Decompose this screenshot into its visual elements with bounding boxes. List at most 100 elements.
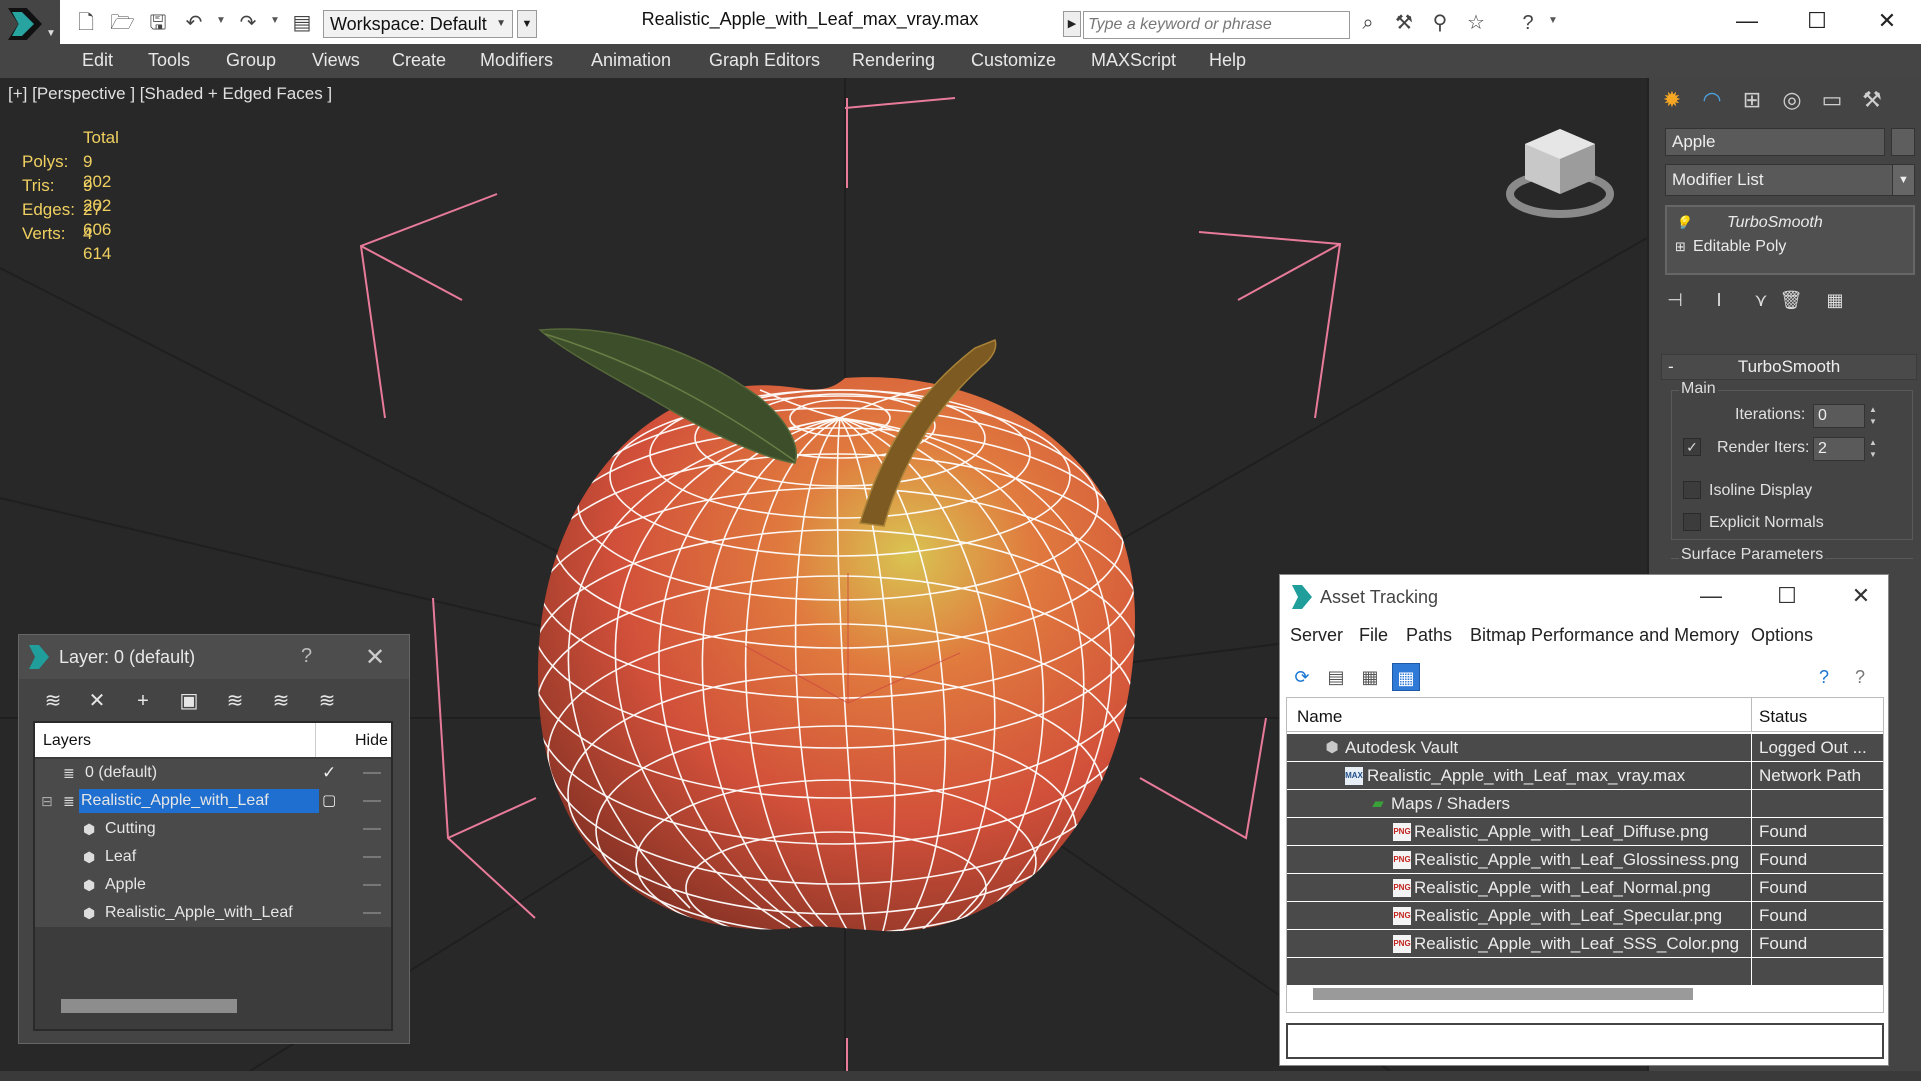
stack-item-turbosmooth[interactable]: 💡 TurboSmooth (1671, 211, 1909, 235)
hide-toggle[interactable] (363, 912, 381, 914)
table-row[interactable]: PNG Realistic_Apple_with_Leaf_SSS_Color.… (1287, 930, 1883, 958)
object-row[interactable]: ⬢ Realistic_Apple_with_Leaf (35, 899, 391, 927)
delete-layer-icon[interactable]: ✕ (81, 685, 113, 717)
hide-toggle[interactable] (363, 828, 381, 830)
column-header-hide[interactable]: Hide (355, 732, 388, 750)
menu-maxscript[interactable]: MAXScript (1091, 50, 1176, 71)
help-caret[interactable]: ▼ (1548, 15, 1558, 26)
hide-all-icon[interactable]: ≋ (265, 685, 297, 717)
thumbnail-view-icon[interactable]: ▦ (1356, 663, 1384, 691)
open-file-icon[interactable]: 🗁 (110, 11, 135, 35)
vault-status-icon[interactable]: ? (1846, 663, 1874, 691)
viewcube-icon[interactable] (1505, 124, 1615, 224)
undo-history-caret[interactable]: ▼ (216, 15, 226, 26)
active-layer-check-icon[interactable]: ✓ (322, 759, 336, 787)
layer-row[interactable]: ≣ 0 (default) ✓ (35, 759, 391, 787)
minimize-button[interactable]: — (1727, 6, 1767, 36)
menu-rendering[interactable]: Rendering (852, 50, 935, 71)
column-header-name[interactable]: Name (1297, 707, 1342, 727)
set-active-layer-icon[interactable]: ▢ (322, 787, 336, 815)
explicit-normals-checkbox[interactable] (1683, 513, 1701, 531)
freeze-all-icon[interactable]: ≋ (311, 685, 343, 717)
refresh-icon[interactable]: ⟳ (1288, 663, 1316, 691)
create-tab-icon[interactable]: ✹ (1655, 83, 1689, 117)
modifier-list-dropdown[interactable]: Modifier List ▼ (1665, 164, 1915, 196)
hide-toggle[interactable] (363, 856, 381, 858)
search-input[interactable]: Type a keyword or phrase (1083, 11, 1350, 39)
layer-row[interactable]: ⊟ ≣ Realistic_Apple_with_Leaf ▢ (35, 787, 391, 815)
menu-modifiers[interactable]: Modifiers (480, 50, 553, 71)
menu-customize[interactable]: Customize (971, 50, 1056, 71)
object-color-swatch[interactable] (1891, 128, 1915, 156)
sign-in-icon[interactable]: ⚲ (1428, 11, 1452, 35)
asset-tracking-titlebar[interactable]: Asset Tracking — ☐ ✕ (1280, 575, 1888, 619)
close-icon[interactable]: ✕ (1846, 581, 1876, 611)
table-row[interactable]: PNG Realistic_Apple_with_Leaf_Diffuse.pn… (1287, 818, 1883, 846)
add-to-layer-icon[interactable]: + (127, 685, 159, 717)
remove-modifier-icon[interactable]: 🗑 (1777, 286, 1805, 314)
help-button[interactable]: ? (301, 645, 312, 668)
column-header-layers[interactable]: Layers (43, 732, 91, 750)
table-row[interactable]: PNG Realistic_Apple_with_Leaf_Normal.png… (1287, 874, 1883, 902)
search-expand-button[interactable]: ▶ (1063, 11, 1081, 37)
minimize-button[interactable]: — (1696, 581, 1726, 611)
expand-plus-icon[interactable]: ⊞ (1675, 235, 1691, 259)
isoline-display-checkbox[interactable] (1683, 481, 1701, 499)
table-row[interactable]: MAX Realistic_Apple_with_Leaf_max_vray.m… (1287, 762, 1883, 790)
collapse-icon[interactable]: ⊟ (41, 787, 59, 815)
turbosmooth-rollout-header[interactable]: - TurboSmooth (1661, 354, 1917, 380)
horizontal-scrollbar[interactable] (61, 999, 237, 1013)
help-icon[interactable]: ? (1810, 663, 1838, 691)
apple-mesh[interactable] (537, 377, 1135, 932)
stack-item-editable-poly[interactable]: ⊞ Editable Poly (1671, 235, 1909, 259)
menu-animation[interactable]: Animation (591, 50, 671, 71)
table-row[interactable]: ▰ Maps / Shaders (1287, 790, 1883, 818)
menu-group[interactable]: Group (226, 50, 276, 71)
motion-tab-icon[interactable]: ◎ (1775, 83, 1809, 117)
menu-file[interactable]: File (1359, 625, 1388, 646)
table-view-icon[interactable]: ▦ (1392, 663, 1420, 691)
viewport-label[interactable]: [+] [Perspective ] [Shaded + Edged Faces… (8, 84, 332, 104)
save-icon[interactable]: 🖫 (146, 11, 170, 35)
configure-sets-icon[interactable]: ▦ (1821, 286, 1849, 314)
menu-paths[interactable]: Paths (1406, 625, 1452, 646)
create-layer-icon[interactable]: ≋ (37, 685, 69, 717)
help-icon[interactable]: ? (1516, 11, 1540, 35)
lightbulb-icon[interactable]: 💡 (1675, 211, 1691, 235)
display-tab-icon[interactable]: ▭ (1815, 83, 1849, 117)
menu-create[interactable]: Create (392, 50, 446, 71)
favorites-star-icon[interactable]: ☆ (1464, 11, 1488, 35)
redo-history-caret[interactable]: ▼ (270, 15, 280, 26)
table-row[interactable]: PNG Realistic_Apple_with_Leaf_Glossiness… (1287, 846, 1883, 874)
select-objects-icon[interactable]: ▣ (173, 685, 205, 717)
close-button[interactable]: ✕ (1867, 6, 1907, 36)
hierarchy-tab-icon[interactable]: ⊞ (1735, 83, 1769, 117)
menu-help[interactable]: Help (1209, 50, 1246, 71)
table-row[interactable]: ⬢ Autodesk Vault Logged Out ... (1287, 734, 1883, 762)
utilities-tab-icon[interactable]: ⚒ (1855, 83, 1889, 117)
menu-tools[interactable]: Tools (148, 50, 190, 71)
hide-toggle[interactable] (363, 800, 381, 802)
column-header-status[interactable]: Status (1759, 707, 1807, 727)
list-view-icon[interactable]: ▤ (1322, 663, 1350, 691)
spinner-arrows-icon[interactable]: ▲ ▼ (1867, 437, 1879, 461)
object-row[interactable]: ⬢ Leaf (35, 843, 391, 871)
app-logo-icon[interactable]: ▼ (0, 0, 60, 44)
highlight-layer-icon[interactable]: ≋ (219, 685, 251, 717)
object-name-field[interactable]: Apple (1665, 128, 1885, 156)
render-iters-checkbox[interactable]: ✓ (1683, 438, 1701, 456)
make-unique-icon[interactable]: ⋎ (1747, 286, 1775, 314)
hide-toggle[interactable] (363, 772, 381, 774)
show-end-result-icon[interactable]: Ⅰ (1705, 286, 1733, 314)
new-file-icon[interactable]: 🗋 (74, 11, 98, 35)
iterations-spinner[interactable]: 0 (1813, 404, 1865, 428)
workspace-dropdown[interactable]: Workspace: Default ▼ (323, 10, 513, 38)
object-row[interactable]: ⬢ Cutting (35, 815, 391, 843)
table-row[interactable]: PNG Realistic_Apple_with_Leaf_Specular.p… (1287, 902, 1883, 930)
maximize-button[interactable]: ☐ (1797, 6, 1837, 36)
menu-bitmap-performance[interactable]: Bitmap Performance and Memory (1470, 625, 1739, 646)
horizontal-scrollbar[interactable] (1313, 988, 1693, 1000)
menu-views[interactable]: Views (312, 50, 360, 71)
layer-dialog-titlebar[interactable]: Layer: 0 (default) ? ✕ (19, 635, 409, 679)
binoculars-icon[interactable]: ⌕ (1356, 11, 1380, 35)
